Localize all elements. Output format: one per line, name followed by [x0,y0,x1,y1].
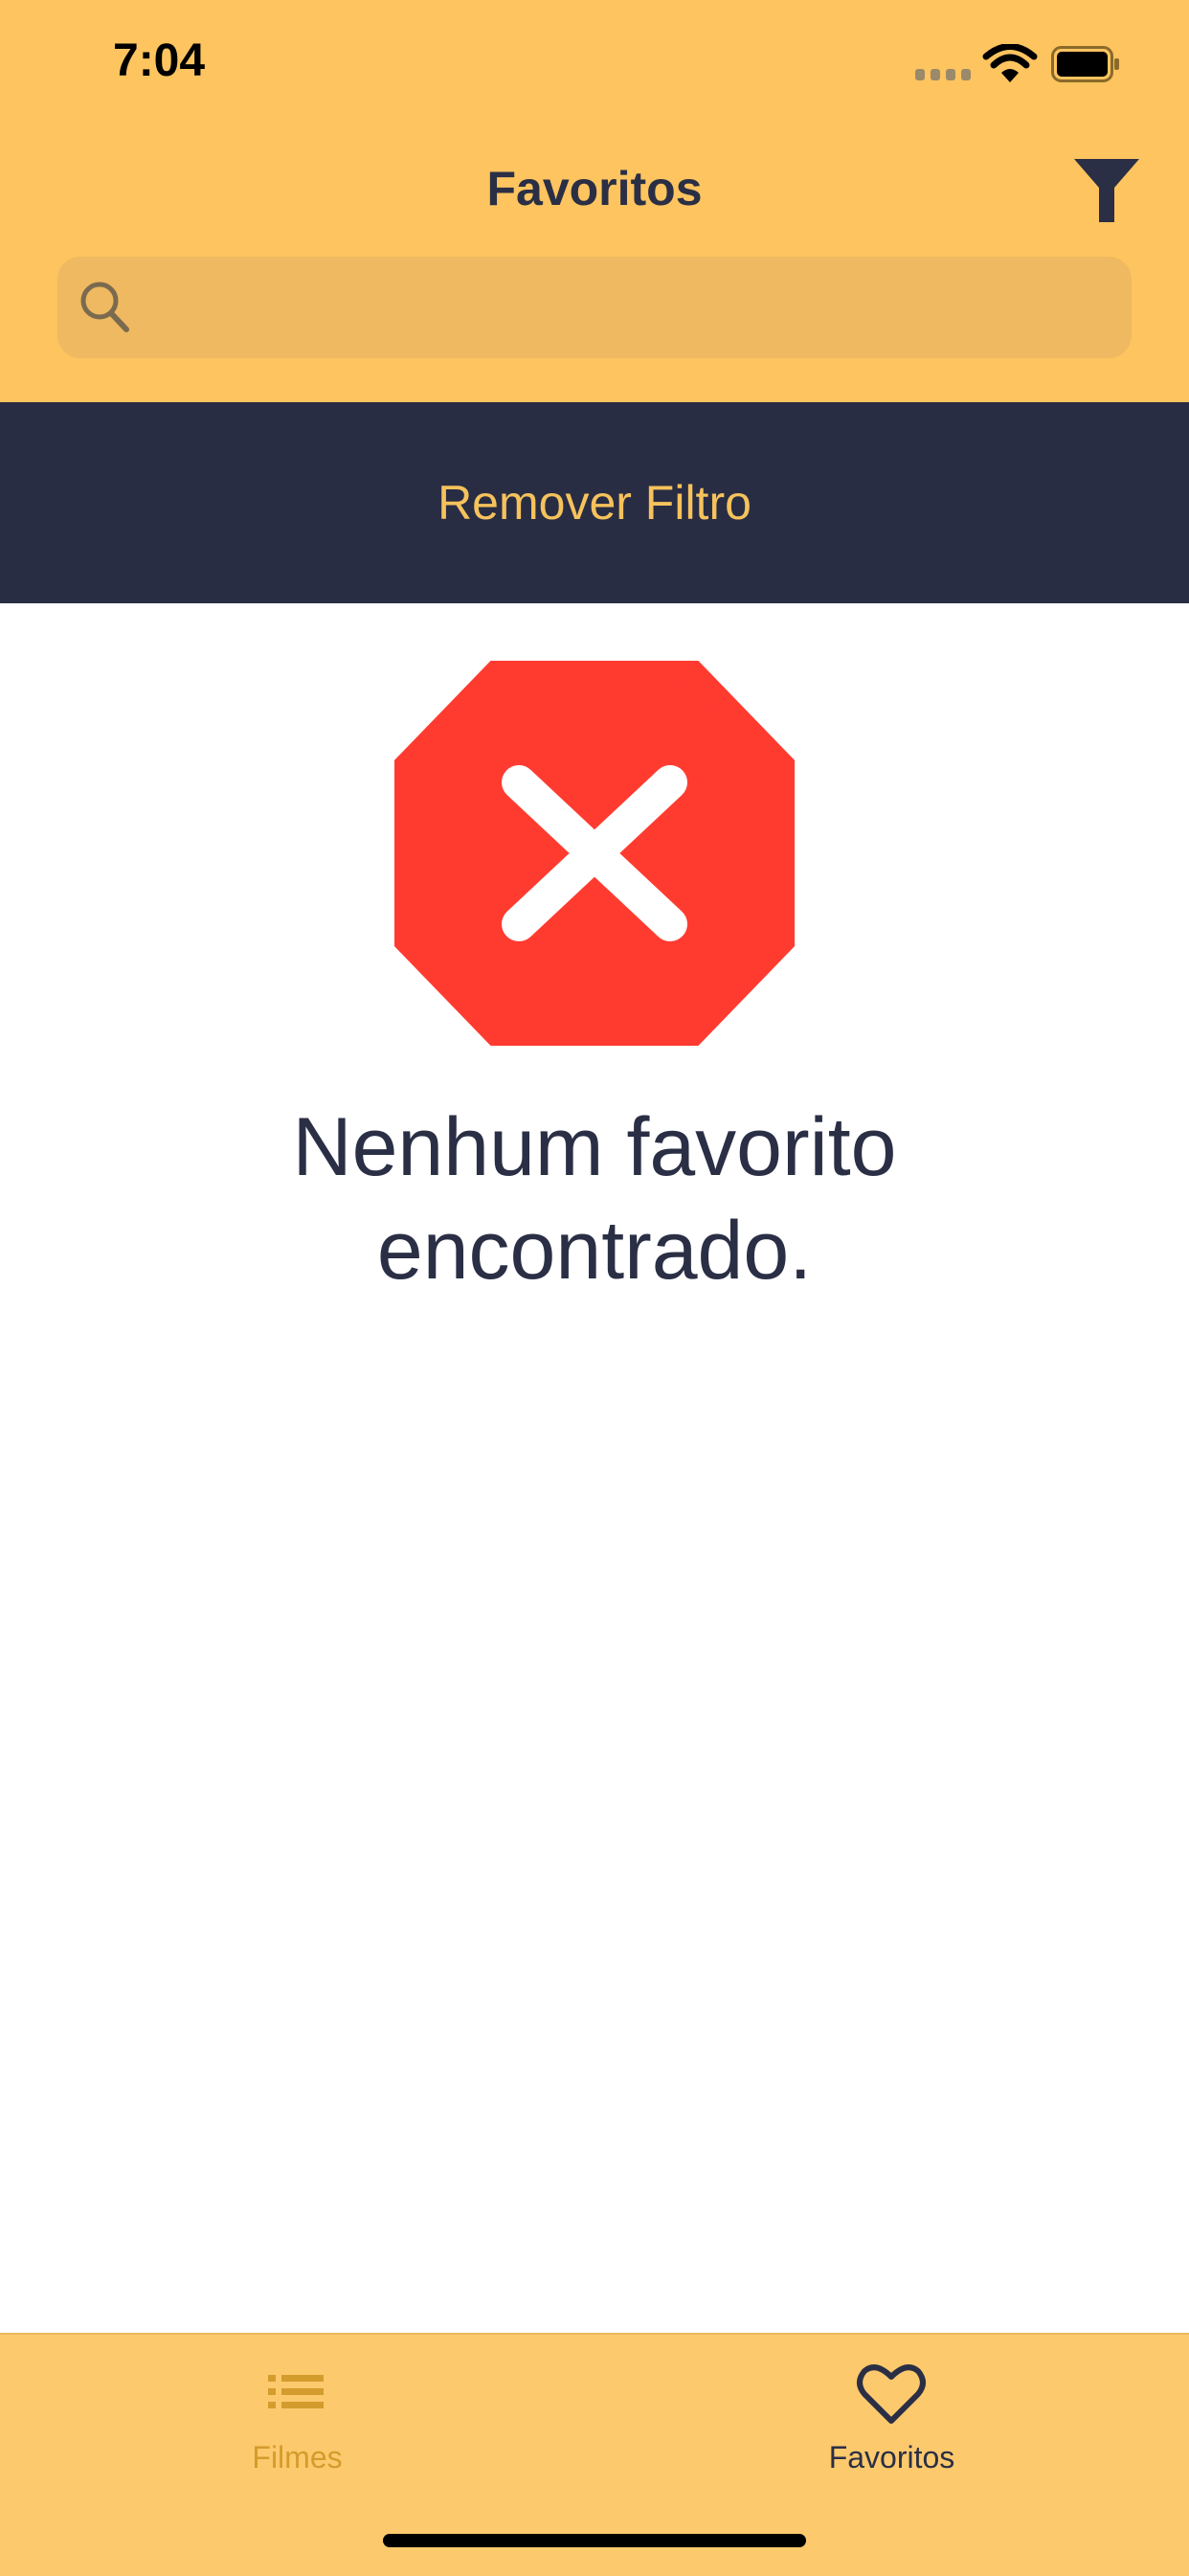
tab-favoritos-label: Favoritos [828,2440,955,2474]
search-field[interactable] [57,257,1132,358]
cellular-signal-icon [915,69,971,80]
heart-icon [857,2364,926,2424]
search-input[interactable] [153,257,1110,358]
navigation-bar: Favoritos [0,134,1189,402]
home-indicator [383,2534,806,2547]
search-icon [80,282,129,332]
list-icon [268,2375,324,2408]
tab-filmes[interactable]: Filmes [0,2335,594,2507]
status-bar: 7:04 [0,0,1189,134]
remove-filter-button[interactable]: Remover Filtro [0,402,1189,603]
error-octagon-icon [394,661,795,1046]
tab-filmes-label: Filmes [252,2440,343,2474]
battery-icon [1051,46,1119,82]
filter-banner: Remover Filtro [0,402,1189,603]
page-title: Favoritos [486,162,703,215]
wifi-icon [982,44,1038,82]
filter-icon[interactable] [1070,155,1143,226]
empty-state-message: Nenhum favorito encontrado. [292,1101,897,1297]
tab-favoritos[interactable]: Favoritos [594,2335,1189,2507]
status-time: 7:04 [113,35,206,86]
